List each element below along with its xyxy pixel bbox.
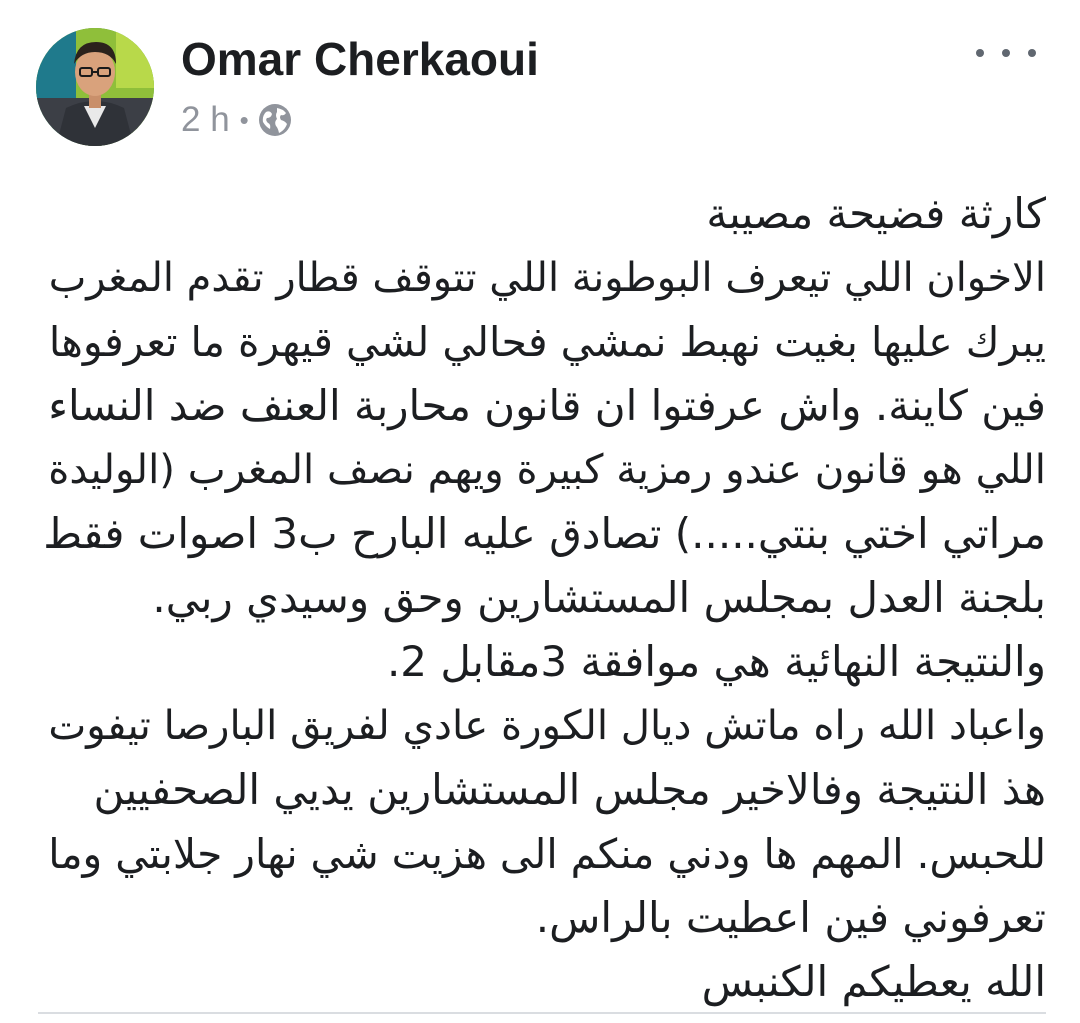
more-dot <box>1028 49 1036 57</box>
post-text-line: اللي هو قانون عندو رمزية كبيرة ويهم نصف … <box>48 446 1046 493</box>
post-text: كارثة فضيحة مصيبة الاخوان اللي تيعرف الب… <box>38 182 1046 1014</box>
globe-icon[interactable] <box>257 102 293 138</box>
facebook-post: Omar Cherkaoui 2 h • كارثة فضيحة مصيبة ا… <box>0 0 1080 1023</box>
post-text-line: هذ النتيجة وفالاخير مجلس المستشارين يديي… <box>93 765 1047 814</box>
more-dot <box>1002 49 1010 57</box>
avatar-photo <box>36 28 154 146</box>
post-text-line: واعباد الله راه ماتش ديال الكورة عادي لف… <box>48 703 1046 749</box>
post-text-line: مراتي اختي بنتي.....) تصادق عليه البارح … <box>43 509 1046 558</box>
author-name[interactable]: Omar Cherkaoui <box>181 32 539 86</box>
meta-separator: • <box>239 105 249 135</box>
post-text-line: فين كاينة. واش عرفتوا ان قانون محاربة ال… <box>48 381 1046 430</box>
post-meta: 2 h • <box>181 98 293 142</box>
post-text-line: كارثة فضيحة مصيبة <box>706 189 1046 238</box>
more-dot <box>976 49 984 57</box>
post-text-line: تعرفوني فين اعطيت بالراس. <box>535 893 1046 942</box>
post-text-line: بلجنة العدل بمجلس المستشارين وحق وسيدي ر… <box>152 573 1046 622</box>
post-header: Omar Cherkaoui 2 h • <box>36 28 1046 148</box>
post-divider <box>38 1012 1046 1014</box>
post-text-line: والنتيجة النهائية هي موافقة 3مقابل 2. <box>386 637 1046 686</box>
post-text-line: للحبس. المهم ها ودني منكم الى هزيت شي نه… <box>48 830 1046 878</box>
author-avatar[interactable] <box>36 28 154 146</box>
post-timestamp[interactable]: 2 h <box>181 100 230 140</box>
more-options-icon[interactable] <box>976 38 1036 68</box>
post-text-line: الله يعطيكم الكنبس <box>701 957 1046 1006</box>
post-text-line: يبرك عليها بغيت نهبط نمشي فحالي لشي قيهر… <box>48 318 1046 366</box>
post-text-line: الاخوان اللي تيعرف البوطونة اللي تتوقف ق… <box>48 255 1046 301</box>
